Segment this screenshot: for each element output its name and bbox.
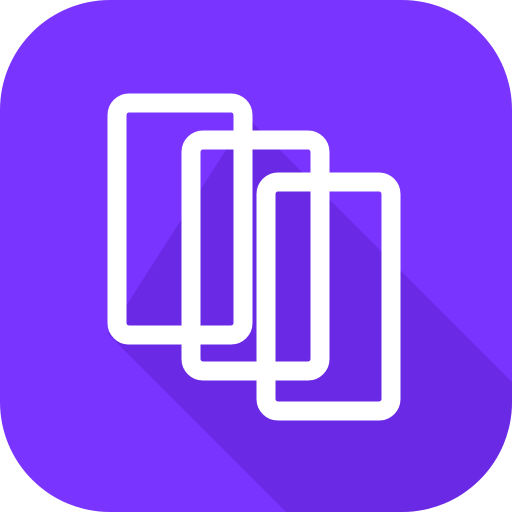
app-icon[interactable] <box>0 0 512 512</box>
stacked-cards-icon <box>0 0 512 512</box>
